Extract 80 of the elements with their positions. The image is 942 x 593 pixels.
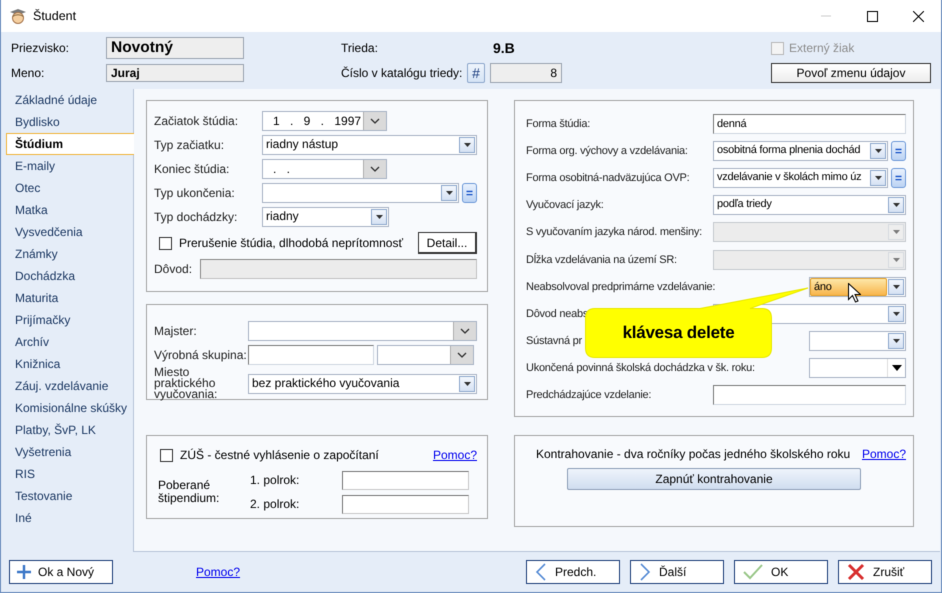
field-label: Majster: [154,324,198,338]
field-label: Forma štúdia: [526,118,590,130]
field-label: Neabsolvoval predprimárne vzdelávanie: [526,280,716,293]
sidebar-item[interactable]: Otec [6,177,132,199]
sidebar-item[interactable]: Matka [6,199,132,221]
field-label: Trieda: [341,41,379,55]
field-label: Ukončená povinná školská dochádzka v šk. roku: [526,362,755,374]
field-label: Výrobná skupina: [154,348,248,362]
field-label: Typ ukončenia: [154,186,236,200]
field-label: Typ dochádzky: [154,210,238,224]
sidebar-item[interactable]: RIS [6,463,132,485]
checkbox-label: Externý žiak [789,41,854,55]
combo-box[interactable]: áno [809,276,906,297]
next-button[interactable]: Ďalší [630,560,724,584]
sidebar-item[interactable]: Testovanie [6,485,132,507]
enable-contract-button[interactable]: Zapnúť kontrahovanie [567,468,861,490]
field-label: Poberané štipendium: [158,479,220,505]
contract-text: Kontrahovanie - dva ročníky počas jedného školského roku [536,447,850,461]
checkbox-label: ZÚŠ - čestné vyhlásenie o započítaní [180,448,379,462]
field-label: S vyučovaním jazyka národ. menšiny: [526,226,702,238]
class-value: 9.B [493,40,516,56]
field-label: Koniec štúdia: [154,162,230,176]
combo-box[interactable]: vzdelávanie v školách mimo úz [713,168,888,188]
field-label: 2. polrok: [250,497,300,511]
field-label: Predchádzajúce vzdelanie: [526,389,652,402]
field-label: Sústavná pr [526,335,582,348]
date-field[interactable]: 1 . 9 . 1997 [262,111,387,131]
combo-box[interactable]: podľa triedy [713,195,906,216]
sidebar-item[interactable]: E-maily [6,155,132,177]
sidebar-item[interactable]: Dochádzka [6,265,132,287]
sidebar-item[interactable]: Vysvedčenia [6,221,132,243]
list-button[interactable]: = [462,183,477,203]
combo-box[interactable]: osobitná forma plnenia dochád [713,140,888,161]
combo-box[interactable]: bez praktického vyučovania [248,374,477,394]
list-button[interactable]: = [891,140,906,161]
field-label: Typ začiatku: [154,138,226,152]
help-link[interactable]: Pomoc? [196,565,240,579]
new-button[interactable]: Ok a Nový [9,560,113,584]
sidebar-item[interactable]: Prijímačky [6,309,132,331]
surname-field[interactable]: Novotný [106,37,244,59]
sidebar-item[interactable]: Základné údaje [6,89,132,111]
allow-edit-button[interactable]: Povoľ zmenu údajov [771,63,931,83]
list-button[interactable]: = [891,168,906,188]
detail-button[interactable]: Detail... [418,232,477,254]
help-link[interactable]: Pomoc? [432,448,477,462]
checkbox-label: Prerušenie štúdia, dlhodobá neprítomnosť [179,236,403,250]
name-field[interactable]: Juraj [106,64,244,82]
field-label: Forma org. výchovy a vzdelávania: [526,144,688,157]
sidebar-item[interactable]: Známky [6,243,132,265]
text-field[interactable]: denná [713,114,906,134]
sidebar-item[interactable]: Archív [6,331,132,353]
field-label: Miesto praktického vyučovania: [154,367,218,400]
combo-box[interactable]: riadny [262,207,389,227]
sidebar-item[interactable]: Iné [6,507,132,529]
prev-button[interactable]: Predch. [526,560,620,584]
help-link[interactable]: Pomoc? [862,447,906,461]
field-label: Číslo v katalógu triedy: [341,66,464,80]
sidebar-item[interactable]: Štúdium [6,133,134,155]
ok-button[interactable]: OK [734,560,828,584]
field-label: Dĺžka vzdelávania na území SR: [526,254,677,266]
date-field[interactable]: . . [262,159,387,179]
field-label: Začiatok štúdia: [154,114,240,128]
combo-box[interactable]: riadny nástup [262,135,477,155]
field-label: Priezvisko: [11,41,70,55]
sidebar-item[interactable]: Maturita [6,287,132,309]
cancel-button[interactable]: Zrušiť [838,560,932,584]
window-title: Študent [33,9,78,23]
sidebar-item[interactable]: Záuj. vzdelávanie [6,375,132,397]
field-label: Forma osobitná-nadväzujúca OVP: [526,172,690,184]
sidebar-item[interactable]: Knižnica [6,353,132,375]
field-label: Vyučovací jazyk: [526,199,604,212]
sidebar-item[interactable]: Platby, ŠvP, LK [6,419,132,441]
field-label: 1. polrok: [250,473,300,487]
field-label: Meno: [11,66,46,80]
sidebar-item[interactable]: Bydlisko [6,111,132,133]
sidebar-item[interactable]: Komisionálne skúšky [6,397,132,419]
number-button[interactable]: # [467,63,485,83]
sidebar-item[interactable]: Vyšetrenia [6,441,132,463]
field-label: Dôvod: [154,262,192,276]
catalog-number-field[interactable]: 8 [490,63,562,83]
